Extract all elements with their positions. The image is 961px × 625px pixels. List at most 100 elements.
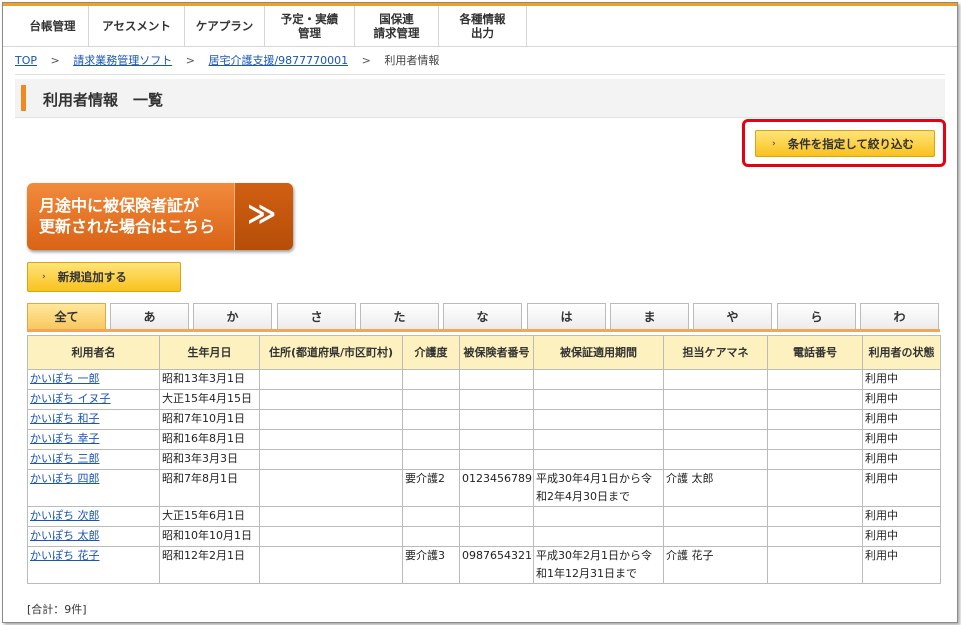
birth-date: 大正15年6月1日 xyxy=(159,506,260,527)
address xyxy=(259,546,403,584)
table-row: かいぽち 三郎 昭和3年3月3日 利用中 xyxy=(27,449,941,470)
col-header-care-level[interactable]: 介護度 xyxy=(402,335,460,370)
user-status: 利用中 xyxy=(862,546,941,584)
user-status: 利用中 xyxy=(862,506,941,527)
user-name-link[interactable]: かいぽち 幸子 xyxy=(30,432,100,445)
col-header-period[interactable]: 被保証適用期間 xyxy=(533,335,664,370)
user-name-link[interactable]: かいぽち 和子 xyxy=(30,412,100,425)
nav-assessment[interactable]: アセスメント xyxy=(89,6,185,46)
insured-number xyxy=(459,449,534,470)
birth-date: 昭和10年10月1日 xyxy=(159,526,260,547)
user-name-link[interactable]: かいぽち 三郎 xyxy=(30,452,100,465)
tab-sa[interactable]: さ xyxy=(277,303,356,329)
user-name-cell: かいぽち 次郎 xyxy=(27,506,160,527)
user-status: 利用中 xyxy=(862,526,941,547)
nav-ledger[interactable]: 台帳管理 xyxy=(17,6,89,46)
birth-date: 昭和7年8月1日 xyxy=(159,469,260,507)
col-header-manager[interactable]: 担当ケアマネ xyxy=(663,335,768,370)
col-header-name[interactable]: 利用者名 xyxy=(27,335,160,370)
breadcrumb-office-link[interactable]: 居宅介護支援/9877770001 xyxy=(208,54,348,67)
care-manager: 介護 太郎 xyxy=(663,469,768,507)
double-chevron-right-icon: ≫ xyxy=(247,197,276,230)
care-manager xyxy=(663,429,768,450)
tab-all[interactable]: 全て xyxy=(27,303,106,329)
col-header-insured-no[interactable]: 被保険者番号 xyxy=(459,335,534,370)
tab-ta[interactable]: た xyxy=(360,303,439,329)
breadcrumb-billing-link[interactable]: 請求業務管理ソフト xyxy=(73,54,172,67)
top-nav: 台帳管理 アセスメント ケアプラン 予定・実績 管理 国保連 請求管理 各種情報… xyxy=(3,3,957,47)
user-name-link[interactable]: かいぽち 次郎 xyxy=(30,509,100,522)
birth-date: 昭和16年8月1日 xyxy=(159,429,260,450)
chevron-right-icon: › xyxy=(42,272,46,282)
col-header-address[interactable]: 住所(都道府県/市区町村) xyxy=(259,335,403,370)
col-header-birthdate[interactable]: 生年月日 xyxy=(159,335,260,370)
tab-underline xyxy=(27,329,940,332)
coverage-period xyxy=(533,526,664,547)
care-manager xyxy=(663,369,768,390)
coverage-period xyxy=(533,449,664,470)
care-manager xyxy=(663,506,768,527)
care-level: 要介護2 xyxy=(402,469,460,507)
care-level xyxy=(402,449,460,470)
tab-ha[interactable]: は xyxy=(527,303,606,329)
user-name-link[interactable]: かいぽち 一郎 xyxy=(30,372,100,385)
coverage-period xyxy=(533,409,664,430)
breadcrumb-separator: > xyxy=(361,54,371,67)
care-level xyxy=(402,506,460,527)
phone-number xyxy=(767,526,863,547)
table-row: かいぽち 太郎 昭和10年10月1日 利用中 xyxy=(27,526,941,547)
user-name-link[interactable]: かいぽち 四郎 xyxy=(30,472,100,485)
user-name-link[interactable]: かいぽち イヌ子 xyxy=(30,392,111,405)
birth-date: 昭和13年3月1日 xyxy=(159,369,260,390)
user-name-link[interactable]: かいぽち 花子 xyxy=(30,549,100,562)
breadcrumb-separator: > xyxy=(50,54,60,67)
user-name-link[interactable]: かいぽち 太郎 xyxy=(30,529,100,542)
breadcrumb-top-link[interactable]: TOP xyxy=(15,54,37,67)
tab-ka[interactable]: か xyxy=(193,303,272,329)
birth-date: 大正15年4月15日 xyxy=(159,389,260,410)
insured-number xyxy=(459,429,534,450)
tab-ya[interactable]: や xyxy=(693,303,772,329)
filter-button-label: 条件を指定して絞り込む xyxy=(787,136,914,151)
tab-wa[interactable]: わ xyxy=(860,303,939,329)
care-level xyxy=(402,409,460,430)
nav-output[interactable]: 各種情報 出力 xyxy=(439,6,527,46)
care-manager xyxy=(663,389,768,410)
insured-number xyxy=(459,506,534,527)
address xyxy=(259,389,403,410)
tab-ra[interactable]: ら xyxy=(777,303,856,329)
nav-care-plan[interactable]: ケアプラン xyxy=(185,6,265,46)
care-level xyxy=(402,389,460,410)
insured-number xyxy=(459,409,534,430)
coverage-period xyxy=(533,506,664,527)
users-table: 利用者名 生年月日 住所(都道府県/市区町村) 介護度 被保険者番号 被保証適用… xyxy=(27,335,941,584)
nav-schedule[interactable]: 予定・実績 管理 xyxy=(265,6,355,46)
care-manager xyxy=(663,449,768,470)
user-name-cell: かいぽち 太郎 xyxy=(27,526,160,547)
tab-na[interactable]: な xyxy=(443,303,522,329)
tab-ma[interactable]: ま xyxy=(610,303,689,329)
coverage-period xyxy=(533,389,664,410)
col-header-status[interactable]: 利用者の状態 xyxy=(862,335,941,370)
page-title: 利用者情報 一覧 xyxy=(43,91,164,109)
table-row: かいぽち イヌ子 大正15年4月15日 利用中 xyxy=(27,389,941,410)
user-status: 利用中 xyxy=(862,389,941,410)
nav-billing[interactable]: 国保連 請求管理 xyxy=(355,6,439,46)
table-row: かいぽち 次郎 大正15年6月1日 利用中 xyxy=(27,506,941,527)
care-level xyxy=(402,429,460,450)
filter-button[interactable]: › 条件を指定して絞り込む xyxy=(755,130,935,157)
care-level: 要介護3 xyxy=(402,546,460,584)
user-status: 利用中 xyxy=(862,429,941,450)
insured-number: 0987654321 xyxy=(459,546,534,584)
tab-a[interactable]: あ xyxy=(110,303,189,329)
add-new-button[interactable]: › 新規追加する xyxy=(27,262,181,292)
coverage-period xyxy=(533,369,664,390)
address xyxy=(259,429,403,450)
phone-number xyxy=(767,449,863,470)
address xyxy=(259,369,403,390)
insurance-update-banner[interactable]: 月途中に被保険者証が 更新された場合はこちら ≫ xyxy=(27,183,293,250)
col-header-phone[interactable]: 電話番号 xyxy=(767,335,863,370)
page-title-bar: 利用者情報 一覧 xyxy=(15,79,945,118)
app-window: 台帳管理 アセスメント ケアプラン 予定・実績 管理 国保連 請求管理 各種情報… xyxy=(2,2,958,623)
total-count: [合計：9件] xyxy=(27,603,87,616)
